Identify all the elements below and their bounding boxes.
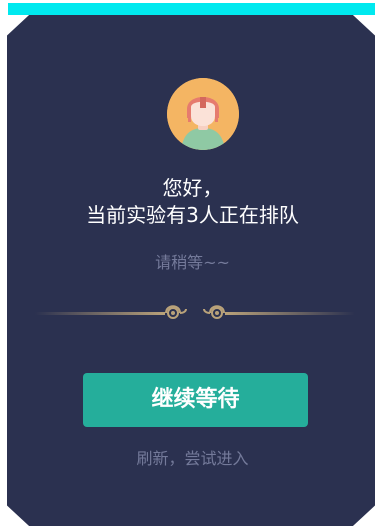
greeting-title: 您好， <box>162 176 223 200</box>
refresh-try-enter-link[interactable]: 刷新，尝试进入 <box>0 448 385 470</box>
ornamental-divider <box>35 305 355 319</box>
user-avatar-icon <box>167 78 239 150</box>
top-accent-bar <box>8 3 375 15</box>
please-wait-text: 请稍等~~ <box>155 253 230 272</box>
continue-waiting-button[interactable]: 继续等待 <box>83 373 308 427</box>
queue-status-text: 当前实验有3人正在排队 <box>86 203 299 227</box>
avatar <box>167 78 239 150</box>
queue-message: 您好， 当前实验有3人正在排队 <box>0 175 385 229</box>
